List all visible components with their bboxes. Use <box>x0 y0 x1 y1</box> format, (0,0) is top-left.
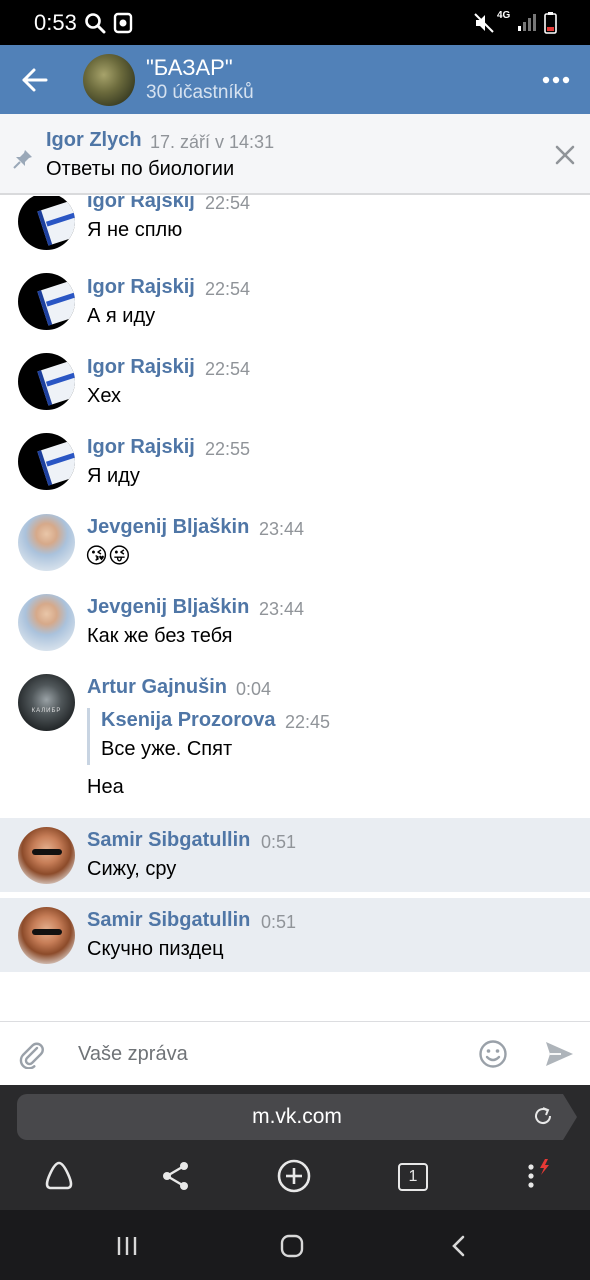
message-author[interactable]: Igor Rajskij <box>87 196 195 213</box>
url-text[interactable]: m.vk.com <box>17 1105 577 1129</box>
new-tab-icon[interactable] <box>276 1158 312 1194</box>
browser-toolbar: m.vk.com <box>0 1085 590 1210</box>
message-text: Как же без тебя <box>87 625 233 647</box>
avatar[interactable] <box>18 273 75 330</box>
message-emoji: 😘😜 <box>85 543 131 568</box>
back-icon[interactable] <box>18 63 52 97</box>
pinned-author[interactable]: Igor Zlych <box>46 129 142 152</box>
system-nav-bar <box>0 1210 590 1280</box>
status-bar: 0:53 4G <box>0 0 590 45</box>
chat-avatar[interactable] <box>83 54 135 106</box>
pinned-text: Ответы по биологии <box>46 158 235 180</box>
menu-icon[interactable] <box>520 1158 556 1194</box>
mute-icon <box>474 13 494 33</box>
message-author[interactable]: Samir Sibgatullin <box>87 829 250 852</box>
avatar[interactable] <box>18 827 75 884</box>
quote-bar <box>87 708 90 765</box>
message-author[interactable]: Artur Gajnušin <box>87 676 227 699</box>
message-item-unread[interactable]: Samir Sibgatullin 0:51 Сижу, сру <box>0 818 590 892</box>
share-icon[interactable] <box>158 1158 194 1194</box>
quote-time: 22:45 <box>285 712 331 732</box>
message-author[interactable]: Jevgenij Bljaškin <box>87 516 249 539</box>
message-author[interactable]: Igor Rajskij <box>87 356 195 379</box>
signal-icon <box>518 14 536 31</box>
quote-text: Все уже. Спят <box>101 738 233 760</box>
message-time: 22:54 <box>205 279 251 299</box>
nav-back-icon[interactable] <box>447 1234 471 1258</box>
message-time: 0:51 <box>261 832 297 852</box>
message-list[interactable]: Igor Rajskij 22:54 Я не сплю Igor Rajski… <box>0 196 590 1021</box>
home-icon[interactable] <box>280 1234 304 1258</box>
chat-members-count[interactable]: 30 účastníků <box>146 82 254 104</box>
message-composer <box>0 1021 590 1085</box>
message-time: 0:51 <box>261 912 297 932</box>
message-author[interactable]: Igor Rajskij <box>87 276 195 299</box>
avatar[interactable] <box>18 514 75 571</box>
status-time: 0:53 <box>34 10 77 35</box>
pinned-date: 17. září v 14:31 <box>150 132 275 152</box>
chat-header: "БАЗАР" 30 účastníků <box>0 45 590 114</box>
message-time: 0:04 <box>236 679 272 699</box>
message-item[interactable]: Igor Rajskij 22:54 Я не сплю <box>0 196 590 260</box>
message-text: Неа <box>87 776 124 798</box>
message-author[interactable]: Igor Rajskij <box>87 436 195 459</box>
avatar[interactable] <box>18 433 75 490</box>
message-text: Сижу, сру <box>87 858 177 880</box>
message-text: Хех <box>87 385 122 407</box>
battery-icon <box>544 12 557 34</box>
avatar-label: КАЛИБР <box>31 708 62 714</box>
avatar[interactable]: КАЛИБР <box>18 674 75 731</box>
message-item[interactable]: Igor Rajskij 22:54 А я иду <box>0 270 590 340</box>
quote-author[interactable]: Ksenija Prozorova <box>101 709 276 732</box>
avatar[interactable] <box>18 907 75 964</box>
avatar[interactable] <box>18 353 75 410</box>
message-text: А я иду <box>87 305 156 327</box>
home-bixby-icon[interactable] <box>41 1158 77 1194</box>
reload-icon[interactable] <box>532 1105 554 1127</box>
message-text: Скучно пиздец <box>87 938 224 960</box>
message-item[interactable]: Jevgenij Bljaškin 23:44 Как же без тебя <box>0 590 590 660</box>
network-type: 4G <box>497 10 511 21</box>
message-item[interactable]: КАЛИБР Artur Gajnušin 0:04 Ksenija Prozo… <box>0 670 590 810</box>
message-text: Я не сплю <box>87 219 183 241</box>
clip-icon[interactable] <box>17 1039 47 1069</box>
search-icon <box>85 13 106 34</box>
message-item[interactable]: Igor Rajskij 22:54 Хех <box>0 350 590 420</box>
message-time: 22:55 <box>205 439 251 459</box>
avatar[interactable] <box>18 594 75 651</box>
send-icon[interactable] <box>543 1039 575 1069</box>
pinned-message[interactable]: Igor Zlych 17. září v 14:31 Ответы по би… <box>0 114 590 195</box>
address-bar[interactable]: m.vk.com <box>17 1094 577 1140</box>
message-item[interactable]: Jevgenij Bljaškin 23:44 😘😜 <box>0 510 590 580</box>
smile-icon[interactable] <box>478 1039 508 1069</box>
message-author[interactable]: Samir Sibgatullin <box>87 909 250 932</box>
message-item[interactable]: Igor Rajskij 22:55 Я иду <box>0 430 590 500</box>
tabs-count-button[interactable]: 1 <box>398 1163 428 1191</box>
avatar[interactable] <box>18 196 75 250</box>
pin-icon <box>13 150 32 169</box>
message-time: 22:54 <box>205 196 251 213</box>
message-input[interactable] <box>78 1038 458 1070</box>
message-text: Я иду <box>87 465 140 487</box>
screenshot-icon <box>113 12 133 34</box>
recents-icon[interactable] <box>115 1234 139 1258</box>
message-author[interactable]: Jevgenij Bljaškin <box>87 596 249 619</box>
message-time: 23:44 <box>259 599 305 619</box>
message-time: 23:44 <box>259 519 305 539</box>
close-icon[interactable] <box>553 143 577 167</box>
chat-title[interactable]: "БАЗАР" <box>146 55 233 81</box>
message-item-unread[interactable]: Samir Sibgatullin 0:51 Скучно пиздец <box>0 898 590 972</box>
message-time: 22:54 <box>205 359 251 379</box>
more-icon[interactable] <box>540 65 572 95</box>
